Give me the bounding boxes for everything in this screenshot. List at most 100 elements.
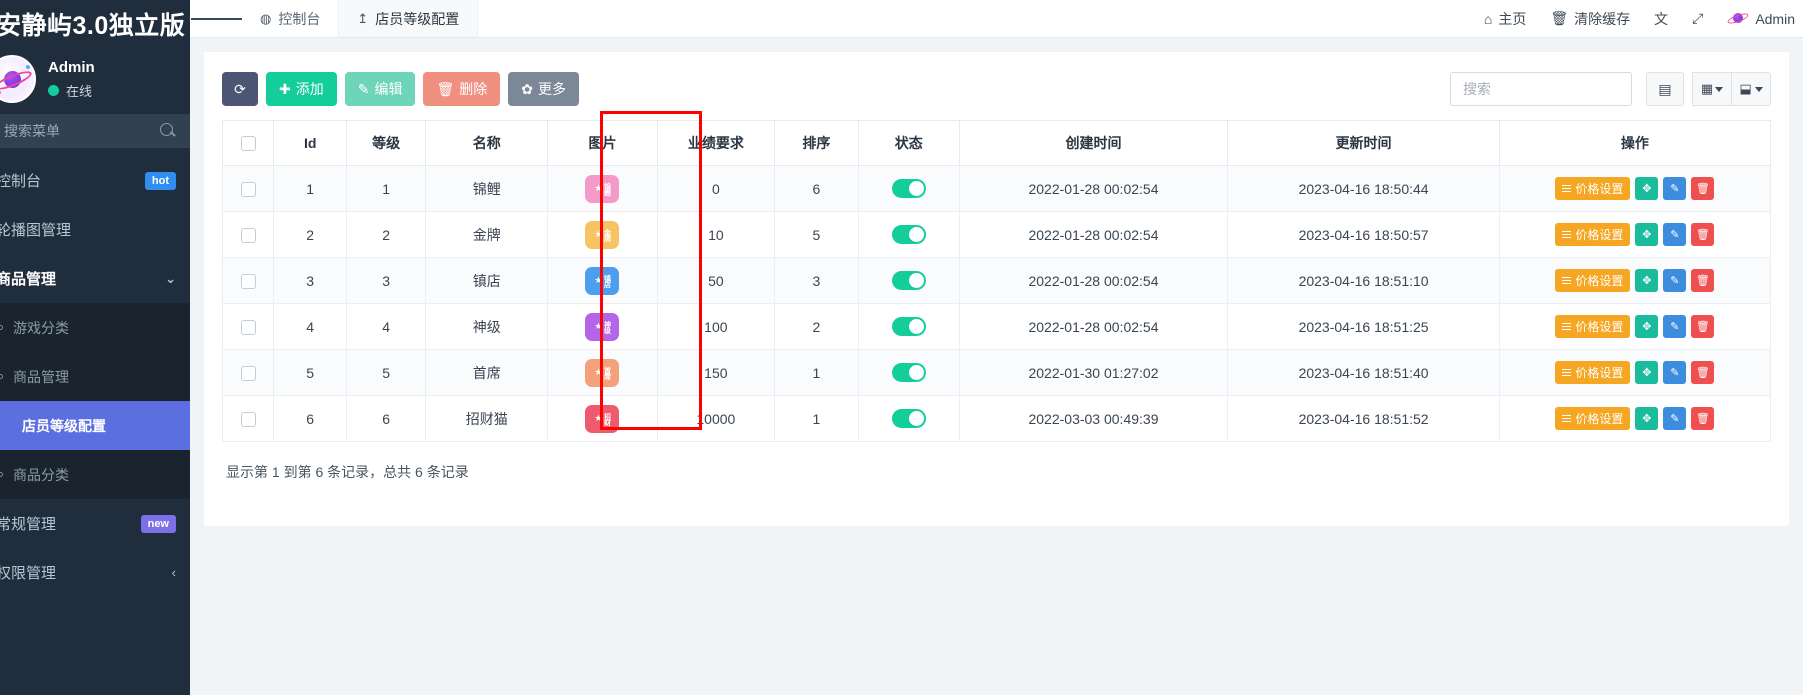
move-button[interactable]: ✥ xyxy=(1635,177,1658,200)
col-operation[interactable]: 操作 xyxy=(1499,121,1770,166)
select-all-checkbox[interactable] xyxy=(241,136,256,151)
star-dot-icon xyxy=(0,91,1,94)
add-button[interactable]: ✚ 添加 xyxy=(266,72,337,106)
col-created-time[interactable]: 创建时间 xyxy=(959,121,1228,166)
refresh-button[interactable]: ⟳ xyxy=(222,72,258,106)
status-toggle[interactable] xyxy=(892,225,926,244)
edit-button[interactable]: ✎ 编辑 xyxy=(345,72,416,106)
edit-row-button[interactable]: ✎ xyxy=(1663,223,1686,246)
row-checkbox[interactable] xyxy=(241,182,256,197)
col-level[interactable]: 等级 xyxy=(346,121,426,166)
star-icon: ★ xyxy=(594,184,602,193)
edit-row-button[interactable]: ✎ xyxy=(1663,315,1686,338)
edit-button-label: 编辑 xyxy=(374,79,402,99)
table-row[interactable]: 66招财猫★招财1000012022-03-03 00:49:392023-04… xyxy=(223,396,1771,442)
row-checkbox[interactable] xyxy=(241,320,256,335)
delete-row-button[interactable]: 🗑 xyxy=(1691,315,1714,338)
list-view-icon[interactable]: ▤ xyxy=(1646,72,1684,106)
cell-created-time: 2022-01-28 00:02:54 xyxy=(959,166,1228,212)
menu-search-box[interactable]: 搜索菜单 xyxy=(0,114,190,148)
export-icon[interactable]: ⬓ xyxy=(1731,72,1771,106)
topbar-user[interactable]: Admin xyxy=(1727,8,1795,30)
edit-row-button[interactable]: ✎ xyxy=(1663,407,1686,430)
sidebar-item-general-management[interactable]: 常规管理 new xyxy=(0,499,190,548)
cell-status xyxy=(858,212,959,258)
more-button[interactable]: ✿ 更多 xyxy=(508,72,579,106)
table-row[interactable]: 33镇店★镇店5032022-01-28 00:02:542023-04-16 … xyxy=(223,258,1771,304)
price-setting-button[interactable]: 价格设置 xyxy=(1555,407,1630,430)
row-checkbox[interactable] xyxy=(241,274,256,289)
table-footer-info: 显示第 1 到第 6 条记录，总共 6 条记录 xyxy=(222,442,1771,482)
topbar-clear-cache[interactable]: 🗑 清除缓存 xyxy=(1550,9,1630,29)
status-toggle[interactable] xyxy=(892,363,926,382)
sidebar-item-goods-category[interactable]: 商品分类 xyxy=(0,450,190,499)
sidebar-user-box[interactable]: Admin 在线 xyxy=(0,48,190,110)
topbar-translate[interactable]: 文 xyxy=(1654,9,1668,29)
bullet-icon xyxy=(0,374,3,379)
move-button[interactable]: ✥ xyxy=(1635,315,1658,338)
col-image[interactable]: 图片 xyxy=(548,121,658,166)
col-name[interactable]: 名称 xyxy=(426,121,548,166)
level-badge-image: ★金牌 xyxy=(585,221,619,249)
hamburger-menu-icon[interactable] xyxy=(190,0,242,37)
row-checkbox[interactable] xyxy=(241,412,256,427)
table-row[interactable]: 44神级★神级10022022-01-28 00:02:542023-04-16… xyxy=(223,304,1771,350)
pencil-icon: ✎ xyxy=(358,81,370,98)
row-select-cell xyxy=(223,166,274,212)
sidebar-item-goods[interactable]: 商品管理 xyxy=(0,352,190,401)
price-setting-button[interactable]: 价格设置 xyxy=(1555,361,1630,384)
price-setting-button[interactable]: 价格设置 xyxy=(1555,177,1630,200)
delete-button[interactable]: 🗑 删除 xyxy=(423,72,500,106)
status-toggle[interactable] xyxy=(892,409,926,428)
trash-icon: 🗑 xyxy=(1550,10,1568,27)
cell-level: 2 xyxy=(346,212,426,258)
badge-hot: hot xyxy=(145,172,176,190)
table-row[interactable]: 55首席★首席15012022-01-30 01:27:022023-04-16… xyxy=(223,350,1771,396)
table-row[interactable]: 11锦鲤★锦鲤062022-01-28 00:02:542023-04-16 1… xyxy=(223,166,1771,212)
sidebar-item-console[interactable]: 控制台 hot xyxy=(0,156,190,205)
delete-row-button[interactable]: 🗑 xyxy=(1691,223,1714,246)
col-id[interactable]: Id xyxy=(274,121,346,166)
sidebar-item-clerk-level-config[interactable]: 店员等级配置 xyxy=(0,401,190,450)
cell-updated-time: 2023-04-16 18:51:10 xyxy=(1228,258,1499,304)
sidebar-item-goods-management[interactable]: 商品管理 ⌄ xyxy=(0,254,190,303)
star-icon: ★ xyxy=(594,414,602,423)
cell-image: ★招财 xyxy=(548,396,658,442)
cell-performance-requirement: 10000 xyxy=(657,396,774,442)
topbar-home[interactable]: ⌂ 主页 xyxy=(1484,9,1526,29)
edit-row-button[interactable]: ✎ xyxy=(1663,269,1686,292)
col-sort[interactable]: 排序 xyxy=(774,121,858,166)
row-checkbox[interactable] xyxy=(241,366,256,381)
move-button[interactable]: ✥ xyxy=(1635,223,1658,246)
delete-row-button[interactable]: 🗑 xyxy=(1691,407,1714,430)
move-button[interactable]: ✥ xyxy=(1635,361,1658,384)
move-button[interactable]: ✥ xyxy=(1635,269,1658,292)
columns-icon[interactable]: ▦ xyxy=(1692,72,1732,106)
edit-row-button[interactable]: ✎ xyxy=(1663,361,1686,384)
sidebar-item-carousel[interactable]: 轮播图管理 xyxy=(0,205,190,254)
row-checkbox[interactable] xyxy=(241,228,256,243)
tab-console[interactable]: ◍ 控制台 xyxy=(242,0,338,37)
topbar-fullscreen[interactable]: ⤢ xyxy=(1692,10,1703,27)
search-input[interactable] xyxy=(1450,72,1632,106)
price-setting-button[interactable]: 价格设置 xyxy=(1555,315,1630,338)
move-button[interactable]: ✥ xyxy=(1635,407,1658,430)
sidebar-item-permission-management[interactable]: 权限管理 ‹ xyxy=(0,548,190,597)
status-toggle[interactable] xyxy=(892,179,926,198)
sidebar-item-game-category[interactable]: 游戏分类 xyxy=(0,303,190,352)
col-performance-requirement[interactable]: 业绩要求 xyxy=(657,121,774,166)
price-setting-button[interactable]: 价格设置 xyxy=(1555,223,1630,246)
status-toggle[interactable] xyxy=(892,271,926,290)
col-status[interactable]: 状态 xyxy=(858,121,959,166)
cell-sort: 1 xyxy=(774,350,858,396)
status-toggle[interactable] xyxy=(892,317,926,336)
price-setting-button[interactable]: 价格设置 xyxy=(1555,269,1630,292)
tab-clerk-level-config[interactable]: ↥ 店员等级配置 xyxy=(338,0,478,37)
delete-row-button[interactable]: 🗑 xyxy=(1691,269,1714,292)
delete-row-button[interactable]: 🗑 xyxy=(1691,177,1714,200)
delete-row-button[interactable]: 🗑 xyxy=(1691,361,1714,384)
edit-row-button[interactable]: ✎ xyxy=(1663,177,1686,200)
table-row[interactable]: 22金牌★金牌1052022-01-28 00:02:542023-04-16 … xyxy=(223,212,1771,258)
cell-operation: 价格设置✥✎🗑 xyxy=(1499,258,1770,304)
col-updated-time[interactable]: 更新时间 xyxy=(1228,121,1499,166)
